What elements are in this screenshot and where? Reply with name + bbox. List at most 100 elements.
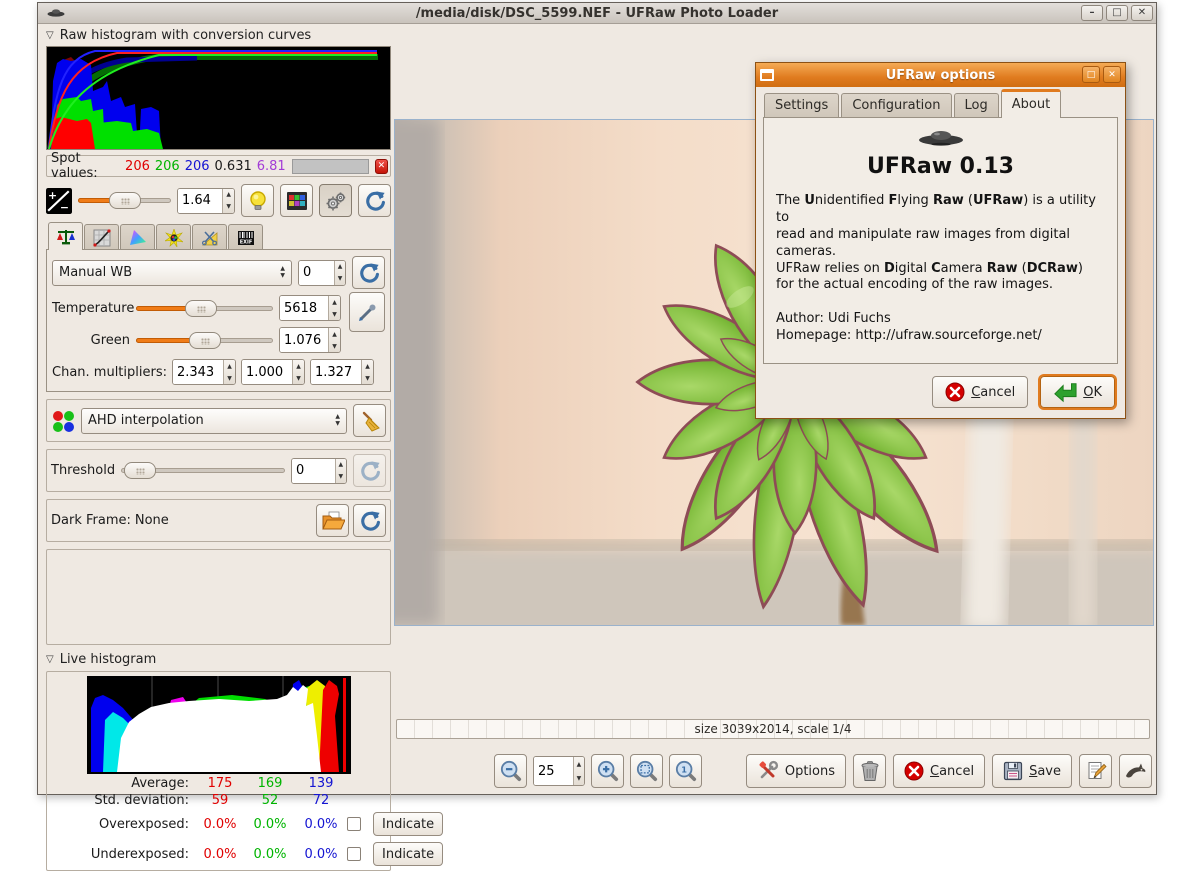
- spin-up-icon[interactable]: ▲: [329, 296, 340, 308]
- interpolation-combo[interactable]: AHD interpolation ▲▼: [81, 408, 347, 434]
- wb-reset-button[interactable]: [352, 256, 385, 289]
- green-slider[interactable]: [136, 331, 273, 350]
- save-button[interactable]: Save: [992, 754, 1072, 788]
- green-input[interactable]: [280, 328, 328, 352]
- temperature-input[interactable]: [280, 296, 328, 320]
- spin-down-icon[interactable]: ▼: [362, 372, 373, 384]
- spin-down-icon[interactable]: ▼: [329, 308, 340, 320]
- spot-wb-button[interactable]: [349, 292, 385, 332]
- exposure-value-input[interactable]: [178, 189, 222, 213]
- temperature-slider-handle[interactable]: [185, 300, 217, 317]
- overexposed-indicate-button[interactable]: Indicate: [373, 812, 443, 836]
- mult-red-spinbox[interactable]: ▲▼: [172, 359, 236, 385]
- spin-up-icon[interactable]: ▲: [336, 459, 347, 471]
- temperature-spinbox[interactable]: ▲▼: [279, 295, 341, 321]
- threshold-reset-button[interactable]: [353, 454, 386, 487]
- spot-close-button[interactable]: ✕: [375, 159, 388, 174]
- threshold-slider[interactable]: [121, 461, 285, 480]
- film-clip-button[interactable]: [280, 184, 313, 217]
- exposure-reset-button[interactable]: [358, 184, 391, 217]
- temperature-slider[interactable]: [136, 299, 273, 318]
- zoom-100-button[interactable]: 1: [669, 754, 702, 788]
- zoom-fit-button[interactable]: [630, 754, 663, 788]
- save-as-button[interactable]: [1079, 754, 1112, 788]
- bottom-toolbar: ▲▼ 1: [394, 752, 1152, 790]
- live-histogram-canvas[interactable]: [87, 676, 351, 774]
- wb-finetune-spinbox[interactable]: ▲▼: [298, 260, 346, 286]
- close-button[interactable]: ✕: [1131, 5, 1153, 21]
- maximize-button[interactable]: □: [1106, 5, 1128, 21]
- svg-text:+: +: [48, 188, 57, 201]
- exposure-slider[interactable]: [78, 191, 171, 210]
- combo-arrows-icon: ▲▼: [275, 266, 285, 279]
- auto-exposure-button[interactable]: [241, 184, 274, 217]
- cancel-button[interactable]: Cancel: [893, 754, 985, 788]
- options-gears-button[interactable]: [319, 184, 352, 217]
- tab-configuration[interactable]: Configuration: [841, 93, 951, 118]
- tab-color-management[interactable]: [120, 224, 155, 250]
- threshold-slider-handle[interactable]: [124, 462, 156, 479]
- tab-exif[interactable]: EXIF: [228, 224, 263, 250]
- threshold-spinbox[interactable]: ▲▼: [291, 458, 347, 484]
- send-to-gimp-button[interactable]: [1119, 754, 1152, 788]
- underexposed-checkbox[interactable]: [347, 847, 361, 861]
- dark-frame-reset-button[interactable]: [353, 504, 386, 537]
- zoom-in-button[interactable]: [591, 754, 624, 788]
- denoise-button[interactable]: [353, 404, 386, 437]
- tab-settings[interactable]: Settings: [764, 93, 839, 118]
- tab-base-curve[interactable]: [84, 224, 119, 250]
- spin-down-icon[interactable]: ▼: [574, 771, 584, 785]
- underexposed-indicate-button[interactable]: Indicate: [373, 842, 443, 866]
- dialog-cancel-button[interactable]: Cancel: [932, 376, 1028, 408]
- raw-histogram-canvas[interactable]: [46, 46, 391, 150]
- spin-up-icon[interactable]: ▲: [574, 757, 584, 771]
- mult-blue-input[interactable]: [311, 360, 361, 384]
- spin-up-icon[interactable]: ▲: [224, 360, 235, 372]
- spin-up-icon[interactable]: ▲: [362, 360, 373, 372]
- overexposed-checkbox[interactable]: [347, 817, 361, 831]
- minimize-button[interactable]: –: [1081, 5, 1103, 21]
- tab-color-correction[interactable]: [156, 224, 191, 250]
- wb-preset-combo[interactable]: Manual WB ▲▼: [52, 260, 292, 286]
- zoom-percent-input[interactable]: [534, 757, 573, 785]
- spin-up-icon[interactable]: ▲: [329, 328, 340, 340]
- tab-white-balance[interactable]: [48, 222, 83, 250]
- zoom-out-icon: [500, 760, 522, 782]
- green-spinbox[interactable]: ▲▼: [279, 327, 341, 353]
- green-label: Green: [52, 333, 130, 348]
- spin-down-icon[interactable]: ▼: [224, 372, 235, 384]
- dark-frame-open-button[interactable]: [316, 504, 349, 537]
- spin-down-icon[interactable]: ▼: [329, 340, 340, 352]
- zoom-percent-spinbox[interactable]: ▲▼: [533, 756, 585, 786]
- spin-down-icon[interactable]: ▼: [293, 372, 304, 384]
- tab-about[interactable]: About: [1001, 89, 1061, 118]
- dialog-ok-button[interactable]: OK: [1040, 376, 1115, 408]
- delete-button[interactable]: [853, 754, 886, 788]
- green-slider-handle[interactable]: [189, 332, 221, 349]
- dialog-close-button[interactable]: ✕: [1103, 66, 1121, 83]
- live-histogram-expander[interactable]: ▽ Live histogram: [46, 651, 391, 668]
- options-button[interactable]: Options: [746, 754, 846, 788]
- threshold-input[interactable]: [292, 459, 335, 483]
- spin-down-icon[interactable]: ▼: [223, 201, 234, 213]
- spin-up-icon[interactable]: ▲: [223, 189, 234, 201]
- tab-crop[interactable]: [192, 224, 227, 250]
- mult-green-spinbox[interactable]: ▲▼: [241, 359, 305, 385]
- exposure-slider-handle[interactable]: [109, 192, 141, 209]
- spin-up-icon[interactable]: ▲: [335, 261, 345, 273]
- raw-histogram-expander[interactable]: ▽ Raw histogram with conversion curves: [46, 27, 391, 44]
- spin-down-icon[interactable]: ▼: [335, 273, 345, 285]
- dialog-titlebar[interactable]: UFRaw options □ ✕: [756, 63, 1125, 87]
- mult-red-input[interactable]: [173, 360, 223, 384]
- mult-blue-spinbox[interactable]: ▲▼: [310, 359, 374, 385]
- titlebar[interactable]: /media/disk/DSC_5599.NEF - UFRaw Photo L…: [38, 3, 1156, 24]
- zoom-out-button[interactable]: [494, 754, 527, 788]
- wb-finetune-input[interactable]: [299, 261, 334, 285]
- dialog-maximize-button[interactable]: □: [1082, 66, 1100, 83]
- spin-down-icon[interactable]: ▼: [336, 471, 347, 483]
- spacer-frame: [46, 549, 391, 645]
- exposure-spinbox[interactable]: ▲▼: [177, 188, 235, 214]
- mult-green-input[interactable]: [242, 360, 292, 384]
- spin-up-icon[interactable]: ▲: [293, 360, 304, 372]
- tab-log[interactable]: Log: [954, 93, 999, 118]
